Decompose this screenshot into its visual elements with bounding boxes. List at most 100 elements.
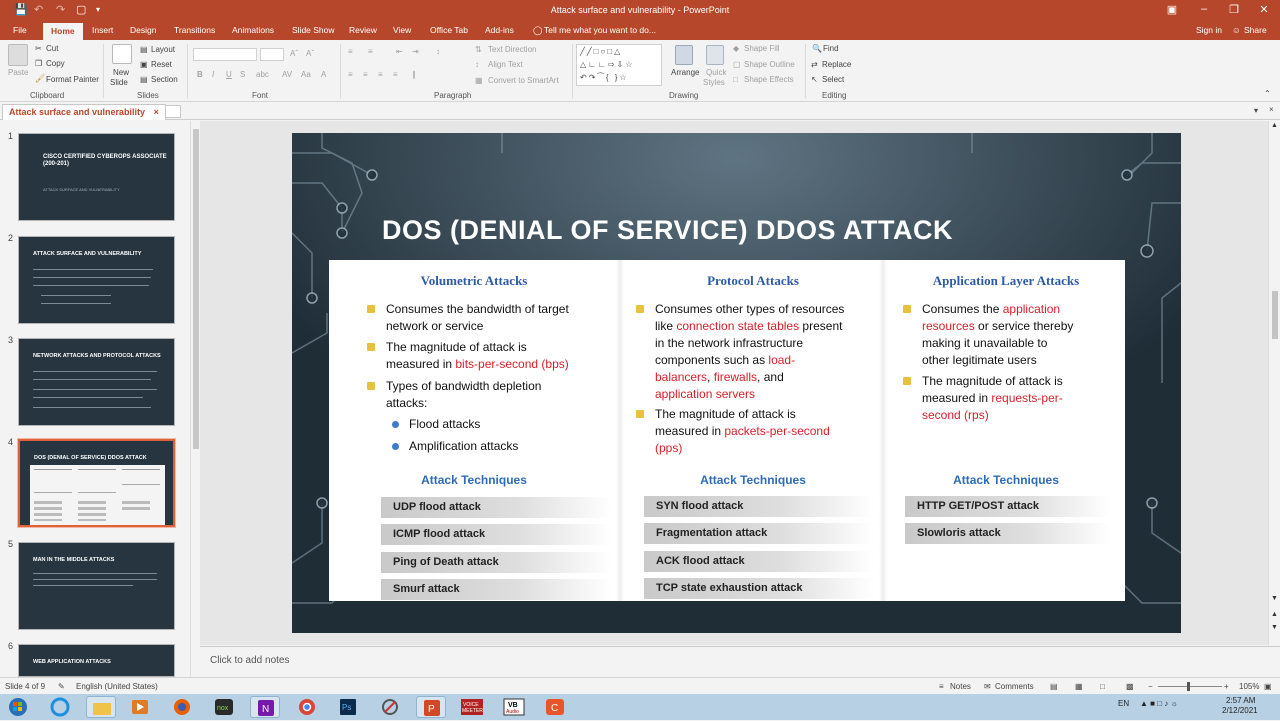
smartart-button[interactable]: Convert to SmartArt: [488, 76, 559, 85]
clock-date[interactable]: 2/12/2021: [1222, 706, 1258, 715]
font-size-box[interactable]: [260, 48, 284, 61]
tab-design[interactable]: Design: [130, 25, 156, 35]
tab-home[interactable]: Home: [43, 23, 83, 40]
tell-me-box[interactable]: Tell me what you want to do...: [544, 25, 656, 35]
tab-slide-show[interactable]: Slide Show: [292, 25, 335, 35]
copy-icon[interactable]: ❐: [35, 59, 42, 68]
format-painter-button[interactable]: Format Painter: [46, 75, 99, 84]
sign-in-link[interactable]: Sign in: [1196, 25, 1222, 35]
internet-explorer-icon[interactable]: [45, 696, 75, 718]
tab-add-ins[interactable]: Add-ins: [485, 25, 514, 35]
editor-scrollbar[interactable]: ▲ ▼ ▲ ▼: [1268, 121, 1280, 645]
find-button[interactable]: Find: [823, 44, 839, 53]
shape-effects-icon[interactable]: □: [733, 75, 738, 84]
align-center-icon[interactable]: ≡: [363, 70, 368, 79]
tab-office-tab[interactable]: Office Tab: [430, 25, 468, 35]
zoom-slider[interactable]: [1158, 686, 1222, 687]
font-color-icon[interactable]: A: [321, 70, 326, 79]
smartart-icon[interactable]: ▦: [475, 76, 483, 85]
start-button[interactable]: [3, 696, 33, 718]
tray-icons[interactable]: ▲ ■ □ ♪ ☼: [1140, 699, 1178, 708]
share-icon[interactable]: ☺: [1232, 25, 1241, 35]
find-icon[interactable]: 🔍: [812, 44, 822, 53]
shape-effects-button[interactable]: Shape Effects: [744, 75, 794, 84]
tab-file[interactable]: File: [13, 25, 27, 35]
shapes-icon[interactable]: ↶↷⁀{ }☆: [580, 73, 629, 82]
zoom-in-icon[interactable]: +: [1224, 682, 1229, 691]
paste-icon[interactable]: [8, 44, 28, 66]
select-icon[interactable]: ↖: [811, 75, 818, 84]
new-slide-button-line2[interactable]: Slide: [110, 78, 128, 87]
quick-styles-button-line2[interactable]: Styles: [703, 78, 725, 87]
zoom-slider-thumb[interactable]: [1187, 682, 1190, 691]
shape-outline-icon[interactable]: ▢: [733, 60, 741, 69]
line-spacing-icon[interactable]: ↕: [436, 47, 440, 56]
nox-player-icon[interactable]: nox: [209, 696, 239, 718]
slide-title[interactable]: DOS (DENIAL OF SERVICE) DDOS ATTACK: [382, 215, 953, 246]
normal-view-icon[interactable]: ▤: [1050, 682, 1058, 691]
cut-button[interactable]: Cut: [46, 44, 58, 53]
tab-view[interactable]: View: [393, 25, 411, 35]
camtasia-icon[interactable]: C: [540, 696, 570, 718]
slide-sorter-icon[interactable]: ▦: [1075, 682, 1083, 691]
quick-styles-icon[interactable]: [706, 45, 724, 65]
thumbnails-scrollbar[interactable]: [190, 121, 200, 677]
reading-view-icon[interactable]: □: [1100, 682, 1105, 691]
powerpoint-icon[interactable]: P: [416, 696, 446, 718]
reset-button[interactable]: Reset: [151, 60, 172, 69]
onenote-icon[interactable]: N: [250, 696, 280, 718]
document-tab[interactable]: Attack surface and vulnerability ×: [2, 104, 166, 120]
snipping-tool-icon[interactable]: [375, 696, 405, 718]
copy-button[interactable]: Copy: [46, 59, 65, 68]
replace-button[interactable]: Replace: [822, 60, 851, 69]
slide-thumbnail-2[interactable]: ATTACK SURFACE AND VULNERABILITY: [18, 236, 175, 324]
bold-icon[interactable]: B: [197, 70, 203, 79]
section-button[interactable]: Section: [151, 75, 178, 84]
notes-pane[interactable]: Click to add notes: [200, 646, 1280, 677]
slide-thumbnail-3[interactable]: NETWORK ATTACKS AND PROTOCOL ATTACKS: [18, 338, 175, 426]
restore-icon[interactable]: ❐: [1224, 3, 1244, 16]
input-language[interactable]: EN: [1118, 699, 1129, 708]
zoom-level[interactable]: 105%: [1239, 682, 1259, 691]
photoshop-icon[interactable]: Ps: [333, 696, 363, 718]
tab-transitions[interactable]: Transitions: [174, 25, 215, 35]
scroll-down-icon[interactable]: ▼: [1271, 595, 1278, 602]
shape-fill-button[interactable]: Shape Fill: [744, 44, 780, 53]
share-button[interactable]: Share: [1244, 25, 1267, 35]
slide-thumbnail-4[interactable]: DOS (DENIAL OF SERVICE) DDOS ATTACK: [17, 438, 176, 528]
justify-icon[interactable]: ≡: [393, 70, 398, 79]
numbering-icon[interactable]: ≡: [368, 47, 373, 56]
firefox-icon[interactable]: [167, 696, 197, 718]
file-explorer-icon[interactable]: [86, 696, 116, 718]
previous-slide-icon[interactable]: ▲: [1271, 611, 1278, 618]
notes-button[interactable]: Notes: [950, 682, 971, 691]
scrollbar-thumb[interactable]: [193, 129, 199, 449]
grow-font-icon[interactable]: Aˆ: [290, 49, 298, 58]
section-icon[interactable]: ▤: [140, 75, 148, 84]
align-left-icon[interactable]: ≡: [348, 70, 353, 79]
notes-placeholder[interactable]: Click to add notes: [210, 655, 290, 666]
align-text-icon[interactable]: ↕: [475, 60, 479, 69]
vb-audio-icon[interactable]: VB Audio: [499, 696, 529, 718]
shapes-icon[interactable]: ╱╱□○□△: [580, 47, 622, 56]
underline-icon[interactable]: U: [226, 70, 232, 79]
media-player-icon[interactable]: [125, 696, 155, 718]
notes-icon[interactable]: ≡: [939, 682, 944, 691]
slide-show-icon[interactable]: ▩: [1126, 682, 1134, 691]
tab-review[interactable]: Review: [349, 25, 377, 35]
close-tab-icon[interactable]: ×: [154, 107, 159, 117]
collapse-ribbon-icon[interactable]: ⌃: [1264, 89, 1271, 98]
fit-slide-icon[interactable]: ▣: [1264, 682, 1272, 691]
align-right-icon[interactable]: ≡: [378, 70, 383, 79]
strikethrough-icon[interactable]: abc: [256, 70, 269, 79]
decrease-indent-icon[interactable]: ⇤: [396, 47, 403, 56]
columns-icon[interactable]: ∥: [412, 70, 416, 79]
language-indicator[interactable]: English (United States): [76, 682, 158, 691]
increase-indent-icon[interactable]: ⇥: [412, 47, 419, 56]
scroll-up-icon[interactable]: ▲: [1271, 122, 1278, 129]
close-all-icon[interactable]: ×: [1269, 105, 1274, 114]
tab-animations[interactable]: Animations: [232, 25, 274, 35]
replace-icon[interactable]: ⇄: [811, 60, 818, 69]
clock-time[interactable]: 2:57 AM: [1226, 696, 1255, 705]
tell-me-icon[interactable]: ◯: [533, 25, 543, 36]
